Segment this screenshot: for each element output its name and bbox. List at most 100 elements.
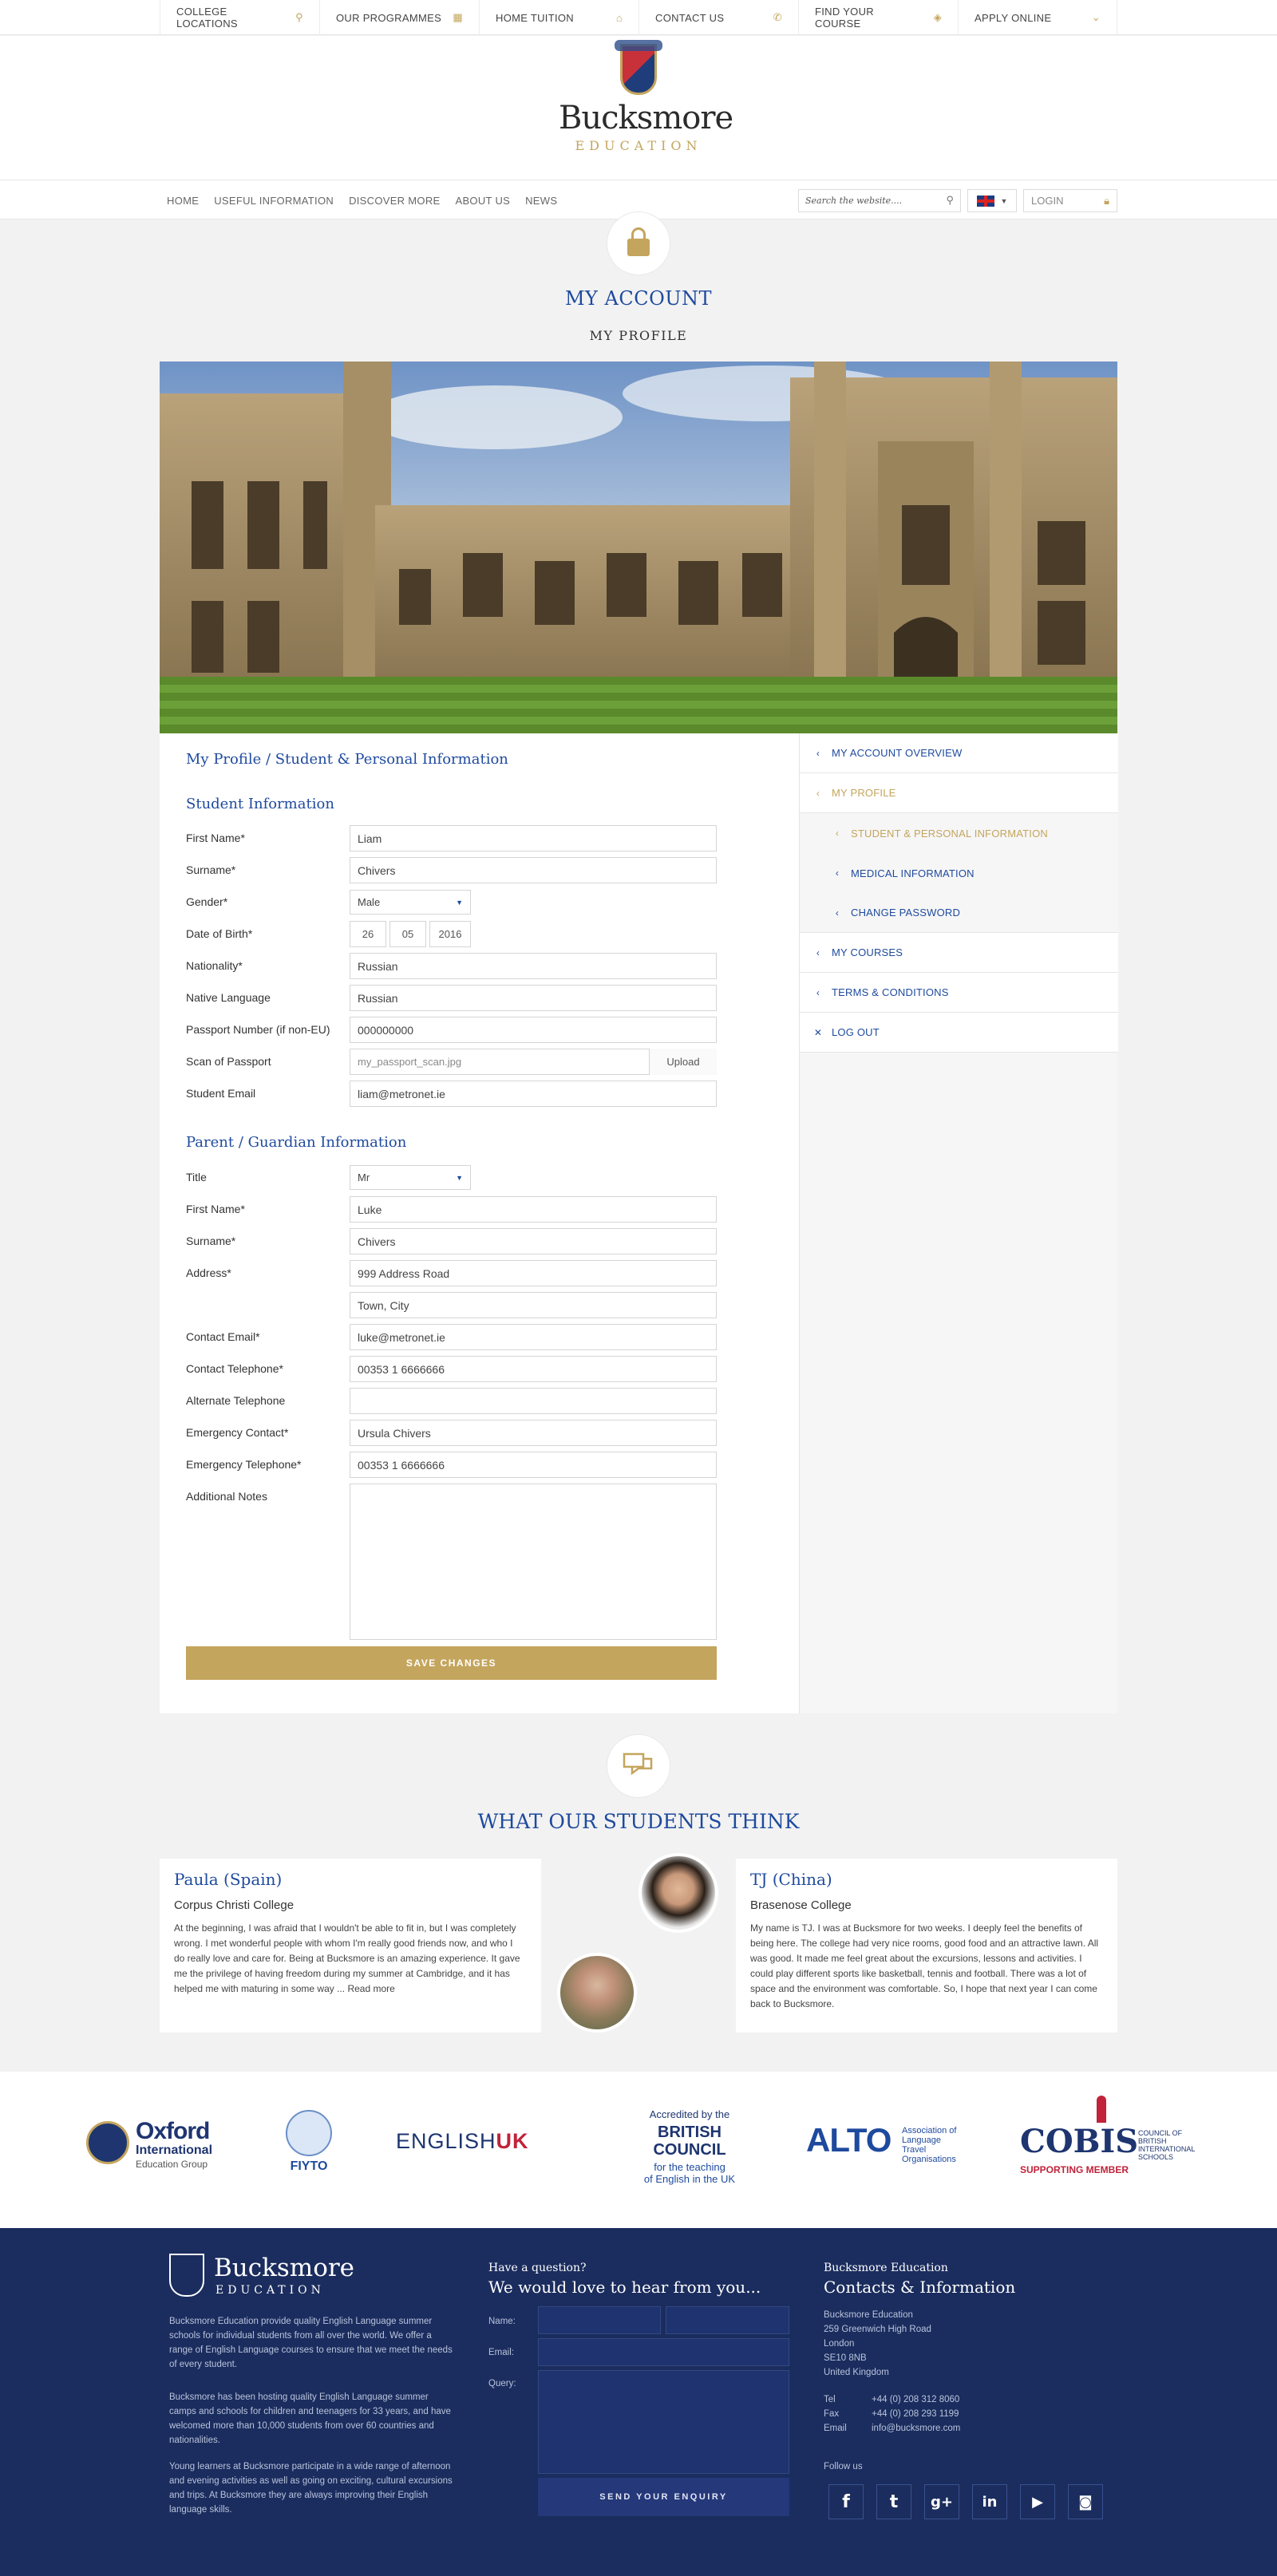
contact-email-field[interactable]: luke@metronet.ie — [350, 1324, 717, 1350]
emergency-contact-field[interactable]: Ursula Chivers — [350, 1420, 717, 1446]
nav-discover-more[interactable]: DISCOVER MORE — [349, 195, 440, 207]
google-plus-icon[interactable]: g+ — [924, 2484, 959, 2519]
footer-query-textarea[interactable] — [538, 2370, 789, 2474]
grid-icon: ▦ — [453, 11, 463, 23]
fiyto-logo[interactable]: FIYTO — [281, 2110, 337, 2182]
emergency-telephone-label: Emergency Telephone* — [186, 1458, 302, 1471]
footer-logo[interactable]: Bucksmore EDUCATION — [169, 2254, 361, 2301]
passport-number-field[interactable]: 000000000 — [350, 1017, 717, 1043]
emergency-telephone-field[interactable]: 00353 1 6666666 — [350, 1452, 717, 1478]
youtube-icon[interactable]: ▶ — [1020, 2484, 1055, 2519]
crest-icon — [169, 2254, 204, 2297]
dob-day-field[interactable]: 26 — [350, 921, 386, 947]
facebook-icon[interactable]: f — [828, 2484, 864, 2519]
partner-logos: Oxford International Education Group FIY… — [0, 2072, 1277, 2228]
cobis-logo[interactable]: COBIS COUNCIL OF BRITISH INTERNATIONAL SCHO… — [1020, 2096, 1212, 2183]
gender-label: Gender* — [186, 895, 228, 908]
nationality-field[interactable]: Russian — [350, 953, 717, 979]
instagram-icon[interactable]: ◙ — [1068, 2484, 1103, 2519]
dob-month-field[interactable]: 05 — [389, 921, 426, 947]
chevron-left-icon: ‹ — [816, 946, 820, 958]
send-enquiry-button[interactable]: SEND YOUR ENQUIRY — [538, 2478, 789, 2516]
lock-icon: 🔒︎ — [1104, 194, 1109, 207]
sidebar-item-terms-conditions[interactable]: ‹ TERMS & CONDITIONS — [800, 973, 1118, 1013]
chevron-left-icon: ‹ — [835, 867, 840, 879]
footer-address: Bucksmore Education 259 Greenwich High R… — [824, 2310, 931, 2377]
account-lock-badge — [607, 211, 670, 275]
home-tuition-link[interactable]: HOME TUITION ⌂ — [479, 0, 638, 35]
alto-logo[interactable]: ALTO Association of Language Travel Organi… — [806, 2121, 966, 2164]
sidebar-item-student-information[interactable]: ‹ STUDENT & PERSONAL INFORMATION — [800, 813, 1118, 853]
footer-email-input[interactable] — [538, 2338, 789, 2366]
sidebar-item-log-out[interactable]: ✕ LOG OUT — [800, 1013, 1118, 1053]
nationality-label: Nationality* — [186, 959, 243, 972]
gender-select[interactable]: Male ▼ — [350, 890, 471, 915]
contact-email-label: Contact Email* — [186, 1330, 260, 1343]
guardian-section-title: Parent / Guardian Information — [186, 1134, 407, 1151]
guardian-first-name-label: First Name* — [186, 1203, 245, 1215]
nav-useful-information[interactable]: USEFUL INFORMATION — [214, 195, 334, 207]
nav-home[interactable]: HOME — [167, 195, 199, 207]
house-icon: ⌂ — [615, 11, 623, 24]
footer-last-name-input[interactable] — [666, 2306, 789, 2334]
dob-label: Date of Birth* — [186, 927, 253, 940]
crest-icon — [615, 40, 662, 95]
chevron-left-icon: ‹ — [835, 907, 840, 919]
nav-about-us[interactable]: ABOUT US — [455, 195, 510, 207]
address-line2-field[interactable]: Town, City — [350, 1292, 717, 1318]
twitter-icon[interactable]: t — [876, 2484, 911, 2519]
torch-icon — [1097, 2096, 1106, 2123]
login-button[interactable]: LOGIN 🔒︎ — [1023, 189, 1117, 212]
student-surname-field[interactable]: Chivers — [350, 857, 717, 883]
our-programmes-link[interactable]: OUR PROGRAMMES ▦ — [319, 0, 479, 35]
map-pin-icon: ⚲ — [295, 11, 303, 23]
testimonial-card-tj: TJ (China) Brasenose College My name is … — [736, 1859, 1117, 2033]
alternate-telephone-field[interactable] — [350, 1388, 717, 1414]
search-input[interactable]: Search the website.... ⚲ — [798, 189, 961, 212]
student-first-name-field[interactable]: Liam — [350, 825, 717, 851]
language-selector[interactable]: ▼ — [967, 189, 1017, 212]
passport-scan-label: Scan of Passport — [186, 1055, 271, 1068]
sidebar-item-change-password[interactable]: ‹ CHANGE PASSWORD — [800, 893, 1118, 933]
globe-icon — [86, 2121, 129, 2164]
chevron-left-icon: ‹ — [835, 828, 840, 839]
footer-email-link[interactable]: info@bucksmore.com — [872, 2424, 960, 2433]
caret-down-icon: ▼ — [456, 898, 463, 907]
title-select[interactable]: Mr ▼ — [350, 1165, 471, 1190]
oxford-international-logo[interactable]: Oxford International Education Group — [86, 2116, 230, 2172]
contact-us-link[interactable]: CONTACT US ✆ — [638, 0, 798, 35]
guardian-surname-label: Surname* — [186, 1235, 236, 1247]
student-email-field[interactable]: liam@metronet.ie — [350, 1081, 717, 1107]
sidebar-item-my-courses[interactable]: ‹ MY COURSES — [800, 933, 1118, 973]
title-label: Title — [186, 1171, 207, 1183]
linkedin-icon[interactable]: in — [972, 2484, 1007, 2519]
footer-first-name-input[interactable] — [538, 2306, 661, 2334]
guardian-first-name-field[interactable]: Luke — [350, 1196, 717, 1223]
sidebar-item-medical-information[interactable]: ‹ MEDICAL INFORMATION — [800, 853, 1118, 893]
dob-year-field[interactable]: 2016 — [429, 921, 471, 947]
bucksmore-logo[interactable]: Bucksmore EDUCATION — [559, 40, 733, 153]
sidebar-item-my-profile[interactable]: ‹ MY PROFILE — [800, 773, 1118, 813]
english-uk-logo[interactable]: ENGLISHUK — [396, 2129, 529, 2154]
native-language-label: Native Language — [186, 991, 271, 1004]
testimonials-heading: WHAT OUR STUDENTS THINK — [477, 1810, 800, 1833]
college-locations-link[interactable]: COLLEGE LOCATIONS ⚲ — [160, 0, 319, 35]
nav-news[interactable]: NEWS — [525, 195, 557, 207]
apply-online-link[interactable]: APPLY ONLINE ⌄ — [958, 0, 1117, 35]
address-line1-field[interactable]: 999 Address Road — [350, 1260, 717, 1286]
upload-button[interactable]: Upload — [649, 1049, 717, 1075]
british-council-logo[interactable]: Accredited by the BRITISH COUNCIL for th… — [634, 2108, 745, 2185]
contact-telephone-field[interactable]: 00353 1 6666666 — [350, 1356, 717, 1382]
additional-notes-textarea[interactable] — [350, 1484, 717, 1640]
caret-down-icon: ▼ — [456, 1173, 463, 1182]
read-more-link[interactable]: Read more — [347, 1983, 394, 1994]
account-sidebar: ‹ MY ACCOUNT OVERVIEW ‹ MY PROFILE ‹ STUDEN… — [799, 733, 1118, 1713]
search-icon[interactable]: ⚲ — [946, 195, 954, 207]
find-your-course-link[interactable]: FIND YOUR COURSE ◈ — [798, 0, 958, 35]
sidebar-item-account-overview[interactable]: ‹ MY ACCOUNT OVERVIEW — [800, 733, 1118, 773]
first-name-label: First Name* — [186, 832, 245, 844]
native-language-field[interactable]: Russian — [350, 985, 717, 1011]
college-hero-image — [160, 362, 1117, 733]
save-changes-button[interactable]: SAVE CHANGES — [186, 1646, 717, 1680]
guardian-surname-field[interactable]: Chivers — [350, 1228, 717, 1254]
